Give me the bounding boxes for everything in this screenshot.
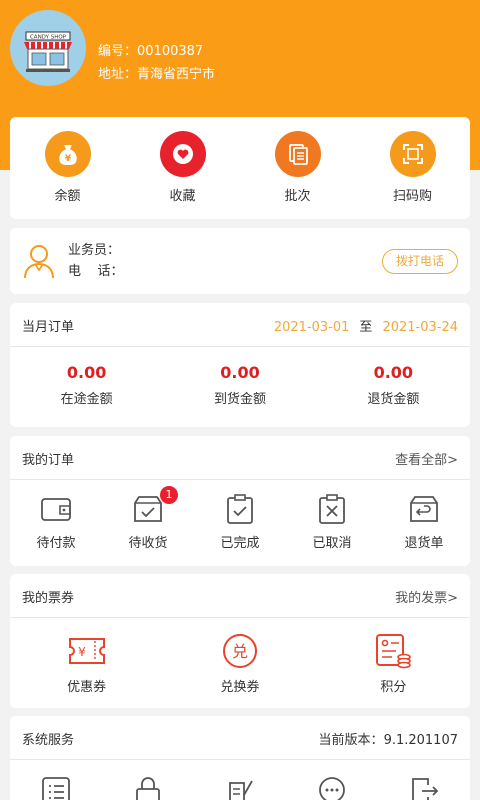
system-item-lock[interactable] [102,774,194,800]
shop-info: 编号：00100387 地址：青海省西宁市 [98,40,215,86]
salesman-card: 业务员： 电 话： 拨打电话 [10,228,470,294]
coupon-icon: ¥ [67,632,107,670]
avatar-text: CANDY SHOP [30,35,67,41]
coupon-discount[interactable]: ¥ 优惠券 [10,632,163,695]
date-to: 至 [359,320,373,335]
amount-in-transit[interactable]: 0.00 在途金额 [10,363,163,407]
salesman-label: 业务员： [68,243,121,258]
system-header: 系统服务 当前版本：9.1.201107 [10,716,470,760]
scan-icon [389,131,436,177]
system-services-card: 系统服务 当前版本：9.1.201107 [10,716,470,800]
shop-address-value: 青海省西宁市 [137,67,216,82]
coupon-grid: ¥ 优惠券 兑 兑换券 积分 [10,632,470,695]
amount-label: 在途金额 [60,392,113,407]
monthly-title: 当月订单 [22,320,75,335]
version-label: 当前版本： [318,733,384,748]
system-item-logout[interactable] [378,774,470,800]
clipboard-x-icon [315,492,349,526]
quick-batch-label: 批次 [284,189,311,204]
quick-balance[interactable]: ¥ 余额 [10,117,125,219]
order-cancelled-label: 已取消 [312,536,352,551]
system-item-list[interactable] [10,774,102,800]
list-icon [39,774,73,800]
order-pending-payment[interactable]: 待付款 [10,492,102,551]
box-return-icon [407,492,441,526]
system-item-message[interactable] [286,774,378,800]
exchange-glyph: 兑 [232,642,248,661]
exchange-icon: 兑 [220,632,260,670]
coupon-points-label: 积分 [380,680,407,695]
edit-icon [223,774,257,800]
quick-scan[interactable]: 扫码购 [355,117,470,219]
amount-value: 0.00 [373,363,414,382]
amount-value: 0.00 [220,363,260,382]
money-bag-icon: ¥ [44,131,91,177]
quick-batch[interactable]: 批次 [240,117,355,219]
monthly-header: 当月订单 2021-03-01 至 2021-03-24 [10,303,470,347]
monthly-orders-card: 当月订单 2021-03-01 至 2021-03-24 0.00 在途金额 0.0… [10,303,470,427]
my-coupons-card: 我的票券 我的发票> ¥ 优惠券 兑 兑换券 积分 [10,574,470,708]
order-completed[interactable]: 已完成 [194,492,286,551]
shop-code: 编号：00100387 [98,40,215,63]
my-orders-card: 我的订单 查看全部> 待付款 1 待收货 已完成 已取消 退货单 [10,436,470,566]
coupon-exchange-label: 兑换券 [220,680,260,695]
view-all-link[interactable]: 查看全部> [395,449,458,468]
lock-icon [131,774,165,800]
shop-code-value: 00100387 [137,44,204,59]
shop-address: 地址：青海省西宁市 [98,63,215,86]
invoice-link[interactable]: 我的发票> [395,587,458,606]
system-grid [10,774,470,800]
shop-avatar[interactable]: CANDY SHOP [10,10,86,86]
version-info: 当前版本：9.1.201107 [319,729,458,748]
coupon-discount-label: 优惠券 [67,680,107,695]
start-date[interactable]: 2021-03-01 [274,320,350,335]
system-item-edit[interactable] [194,774,286,800]
quick-favorites[interactable]: 收藏 [125,117,240,219]
amount-arrived[interactable]: 0.00 到货金额 [163,363,316,407]
amount-returned[interactable]: 0.00 退货金额 [317,363,470,407]
points-icon [373,632,413,670]
version-value: 9.1.201107 [383,733,458,748]
order-returns-label: 退货单 [404,536,444,551]
coupon-exchange[interactable]: 兑 兑换券 [163,632,316,695]
orders-title: 我的订单 [22,453,75,468]
quick-favorites-label: 收藏 [169,189,196,204]
shop-code-label: 编号： [98,44,138,59]
system-title: 系统服务 [22,733,75,748]
heart-icon [159,131,206,177]
amounts-row: 0.00 在途金额 0.00 到货金额 0.00 退货金额 [10,363,470,407]
svg-text:¥: ¥ [64,154,71,164]
order-pending-payment-label: 待付款 [36,536,76,551]
order-status-grid: 待付款 1 待收货 已完成 已取消 退货单 [10,486,470,551]
shop-address-label: 地址： [98,67,138,82]
call-button[interactable]: 拨打电话 [382,249,458,274]
orders-header: 我的订单 查看全部> [10,436,470,480]
order-pending-receipt[interactable]: 1 待收货 [102,486,194,551]
pending-receipt-badge: 1 [160,486,178,504]
date-range: 2021-03-01 至 2021-03-24 [274,316,458,335]
message-icon [315,774,349,800]
order-pending-receipt-label: 待收货 [128,536,168,551]
coupons-title: 我的票券 [22,591,75,606]
coupons-header: 我的票券 我的发票> [10,574,470,618]
quick-scan-label: 扫码购 [392,189,432,204]
coupon-points[interactable]: 积分 [317,632,470,695]
coupon-glyph: ¥ [78,645,86,659]
end-date[interactable]: 2021-03-24 [382,320,458,335]
order-cancelled[interactable]: 已取消 [286,492,378,551]
batch-icon [274,131,321,177]
order-returns[interactable]: 退货单 [378,492,470,551]
logout-icon [407,774,441,800]
person-icon [22,242,56,284]
phone-label: 电 话： [68,264,124,279]
amount-label: 到货金额 [213,392,266,407]
order-completed-label: 已完成 [220,536,260,551]
salesman-lines: 业务员： 电 话： [68,240,124,282]
quick-actions: ¥ 余额 收藏 批次 扫码购 [10,117,470,219]
quick-balance-label: 余额 [54,189,81,204]
clipboard-check-icon [223,492,257,526]
amount-label: 退货金额 [367,392,420,407]
amount-value: 0.00 [66,363,107,382]
wallet-icon [39,492,73,526]
